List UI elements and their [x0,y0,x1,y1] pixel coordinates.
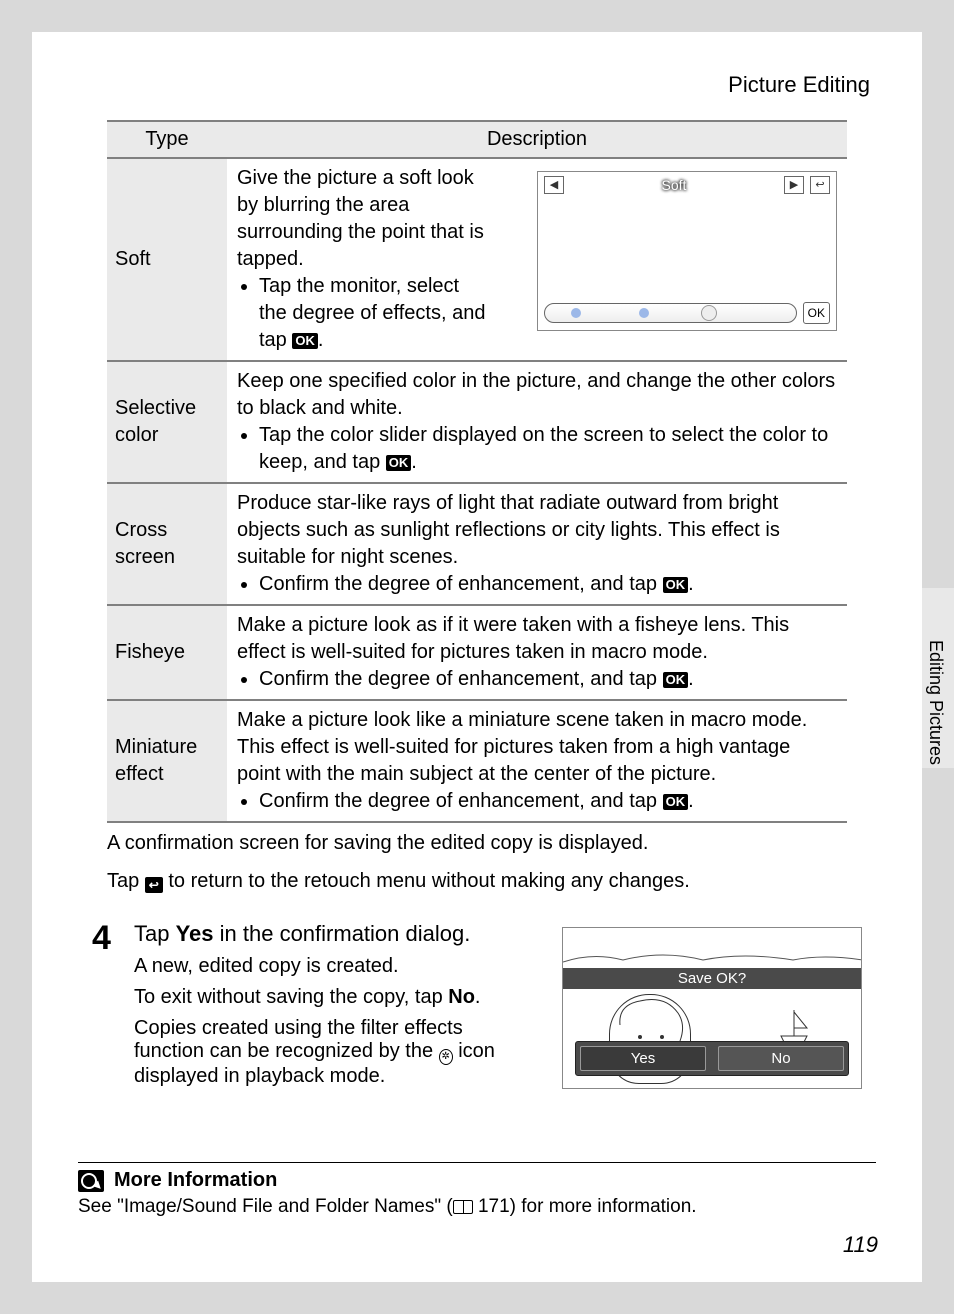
effect-degree-slider[interactable] [544,303,797,323]
manual-page-icon [453,1200,473,1214]
prev-arrow-icon[interactable]: ◀ [544,176,564,194]
desc-text: Produce star-like rays of light that rad… [237,492,780,568]
row-type: Miniature effect [107,700,227,822]
row-type: Soft [107,158,227,361]
row-desc: Give the picture a soft look by blurring… [227,158,847,361]
no-button[interactable]: No [718,1046,844,1071]
row-type: Selective color [107,361,227,483]
next-arrow-icon[interactable]: ▶ [784,176,804,194]
col-description: Description [227,121,847,158]
more-info-heading: More Information [114,1169,277,1192]
row-type: Fisheye [107,605,227,700]
soft-effect-preview: ◀ Soft ▶ ↩ OK [537,171,837,331]
info-icon [78,1170,104,1192]
ok-icon: OK [663,672,689,688]
back-icon[interactable]: ↩ [810,176,830,194]
confirmation-note: A confirmation screen for saving the edi… [107,829,847,857]
step-text: A new, edited copy is created. [134,955,534,978]
filter-effects-table: Type Description Soft Give the picture a… [107,120,847,823]
ok-icon: OK [663,577,689,593]
table-row: Cross screen Produce star-like rays of l… [107,483,847,605]
more-information-box: More Information See "Image/Sound File a… [78,1162,876,1218]
row-desc: Make a picture look like a miniature sce… [227,700,847,822]
row-type: Cross screen [107,483,227,605]
step-number: 4 [92,921,134,1096]
save-confirmation-dialog: Save OK? Yes [562,927,862,1089]
effect-name-label: Soft [570,176,778,195]
return-note: Tap ↩ to return to the retouch menu with… [107,867,847,895]
step-text: To exit without saving the copy, tap No. [134,986,534,1009]
ok-button[interactable]: OK [803,302,830,324]
dialog-prompt: Save OK? [563,968,861,989]
page-content: Picture Editing Type Description Soft Gi… [32,32,922,1282]
bullet-text: Confirm the degree of enhancement, and t… [259,790,663,812]
col-type: Type [107,121,227,158]
row-desc: Make a picture look as if it were taken … [227,605,847,700]
page-number: 119 [843,1232,878,1258]
landscape-illustration [563,950,861,964]
table-row: Miniature effect Make a picture look lik… [107,700,847,822]
table-header-row: Type Description [107,121,847,158]
row-desc: Produce star-like rays of light that rad… [227,483,847,605]
desc-text: Keep one specified color in the picture,… [237,370,835,419]
bullet-text: Confirm the degree of enhancement, and t… [259,668,663,690]
back-icon: ↩ [145,877,163,893]
table-row: Selective color Keep one specified color… [107,361,847,483]
ok-icon: OK [386,455,412,471]
ok-icon: OK [292,333,318,349]
step-4: 4 Tap Yes in the confirmation dialog. A … [92,921,862,1096]
side-section-label: Editing Pictures [925,640,946,765]
filter-effect-icon: ✲ [439,1049,453,1065]
soft-desc-text: Give the picture a soft look by blurring… [237,167,484,270]
more-info-text: See "Image/Sound File and Folder Names" … [78,1196,876,1218]
table-row: Fisheye Make a picture look as if it wer… [107,605,847,700]
bullet-text: Tap the color slider displayed on the sc… [259,424,828,473]
table-row: Soft Give the picture a soft look by blu… [107,158,847,361]
yes-button[interactable]: Yes [580,1046,706,1071]
ok-icon: OK [663,794,689,810]
page-header-title: Picture Editing [78,72,876,98]
bullet-text: Confirm the degree of enhancement, and t… [259,573,663,595]
row-desc: Keep one specified color in the picture,… [227,361,847,483]
step-text: Copies created using the filter effects … [134,1017,534,1088]
desc-text: Make a picture look as if it were taken … [237,614,789,663]
desc-text: Make a picture look like a miniature sce… [237,709,807,785]
